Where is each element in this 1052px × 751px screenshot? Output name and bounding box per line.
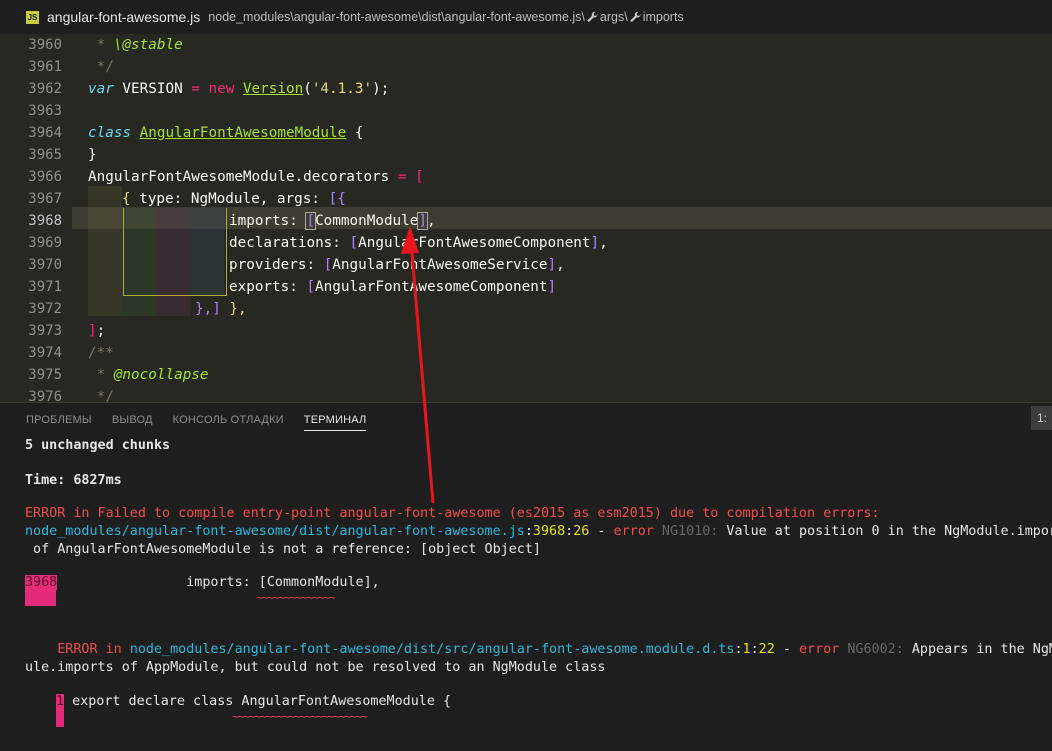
line-number: 3970 [28,257,62,273]
line-number: 3968 [28,213,62,229]
code-line: 3975 * @nocollapse [0,364,1052,386]
line-number: 3972 [28,301,62,317]
code-line: 3971 exports: [AngularFontAwesomeCompone… [0,276,1052,298]
code-line: 3974 /** [0,342,1052,364]
code-line: 3962 var VERSION = new Version('4.1.3'); [0,78,1052,100]
tab-debug-console[interactable]: КОНСОЛЬ ОТЛАДКИ [173,403,284,437]
line-text: exports: [AngularFontAwesomeComponent] [229,279,557,295]
terminal-error-line: ERROR in node_modules/angular-font-aweso… [25,642,1052,657]
tab-output[interactable]: ВЫВОД [112,403,153,437]
line-text: AngularFontAwesomeModule.decorators = [ [88,169,424,185]
snippet-gutter-bar [25,590,56,606]
line-number: 3967 [28,191,62,207]
code-line: 3969 declarations: [AngularFontAwesomeCo… [0,232,1052,254]
line-text: ]; [88,323,106,339]
code-line: 3973 ]; [0,320,1052,342]
terminal-error-line: node_modules/angular-font-awesome/dist/a… [25,524,1052,539]
code-line-active: 3968 imports: [CommonModule], [0,210,1052,232]
line-number: 3969 [28,235,62,251]
terminal-line: Time: 6827ms [25,473,122,488]
line-number: 3960 [28,37,62,53]
tab-terminal[interactable]: ТЕРМИНАЛ [303,403,367,437]
line-number: 3976 [28,389,62,402]
terminal-error-line: of AngularFontAwesomeModule is not a ref… [25,542,541,557]
bottom-panel: ПРОБЛЕМЫ ВЫВОД КОНСОЛЬ ОТЛАДКИ ТЕРМИНАЛ … [0,402,1052,751]
code-line: 3961 */ [0,56,1052,78]
line-number: 3973 [28,323,62,339]
code-line: 3960 * \@stable [0,34,1052,56]
code-line: 3970 providers: [AngularFontAwesomeServi… [0,254,1052,276]
code-line: 3976 */ [0,386,1052,402]
line-text: },] }, [195,301,247,317]
line-text: class AngularFontAwesomeModule { [88,125,364,141]
snippet-line-number: 1 [56,694,65,709]
wrench-icon [630,11,641,22]
line-text: * @nocollapse [88,367,209,383]
line-text: declarations: [AngularFontAwesomeCompone… [229,235,608,251]
code-line: 3963 [0,100,1052,122]
code-line: 3965 } [0,144,1052,166]
error-squiggle: ~~~~~~~~~~~~~~ [256,591,336,604]
line-number: 3971 [28,279,62,295]
terminal-select-dropdown[interactable]: 1: [1031,406,1052,430]
breadcrumb-symbol-imports[interactable]: imports [643,10,684,24]
breadcrumb: JS angular-font-awesome.js node_modules\… [0,0,1052,34]
line-text: var VERSION = new Version('4.1.3'); [88,81,390,97]
code-line: 3972 },] }, [0,298,1052,320]
error-squiggle: ~~~~~~~~~~~~~~~~~~~~~~~~ [232,710,368,723]
breadcrumb-symbol-args[interactable]: args [600,10,624,24]
breadcrumb-separator: \ [624,10,628,24]
line-text: { type: NgModule, args: [{ [122,191,346,207]
line-number: 3961 [28,59,62,75]
line-number: 3974 [28,345,62,361]
breadcrumb-file-name[interactable]: angular-font-awesome.js [47,9,200,25]
line-text: } [88,147,97,163]
line-number: 3963 [28,103,62,119]
code-editor[interactable]: 3960 * \@stable 3961 */ 3962 var VERSION… [0,34,1052,402]
breadcrumb-path[interactable]: node_modules\angular-font-awesome\dist\a… [208,10,585,24]
terminal-error-line: ERROR in Failed to compile entry-point a… [25,506,880,521]
line-number: 3965 [28,147,62,163]
terminal-error-line: ule.imports of AppModule, but could not … [25,660,606,675]
line-number: 3962 [28,81,62,97]
snippet-gutter-bar [56,709,64,727]
line-text: /** [88,345,114,361]
js-file-icon: JS [26,10,39,24]
line-text: providers: [AngularFontAwesomeService], [229,257,565,273]
code-line: 3966 AngularFontAwesomeModule.decorators… [0,166,1052,188]
line-text: */ [88,59,114,75]
line-text: imports: [CommonModule], [229,212,436,230]
line-number: 3966 [28,169,62,185]
code-line: 3967 { type: NgModule, args: [{ [0,188,1052,210]
line-text: * \@stable [88,37,183,53]
line-text: */ [88,389,114,402]
terminal-line: 5 unchanged chunks [25,438,171,453]
wrench-icon [587,11,599,22]
line-number: 3964 [28,125,62,141]
snippet-line-number: 3968 [25,575,58,590]
line-number: 3975 [28,367,62,383]
code-line: 3964 class AngularFontAwesomeModule { [0,122,1052,144]
panel-tabs: ПРОБЛЕМЫ ВЫВОД КОНСОЛЬ ОТЛАДКИ ТЕРМИНАЛ [26,403,386,437]
tab-problems[interactable]: ПРОБЛЕМЫ [26,403,92,437]
